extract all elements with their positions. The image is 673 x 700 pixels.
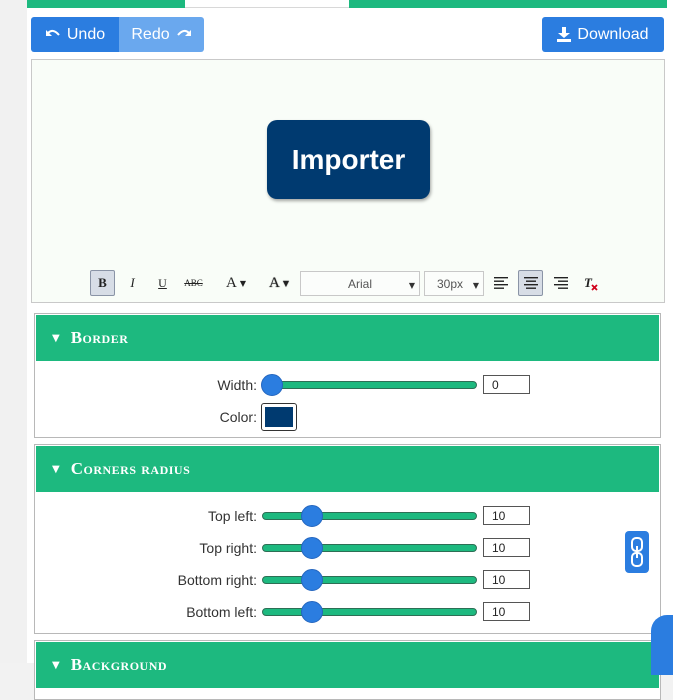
download-button[interactable]: Download — [542, 17, 664, 52]
background-panel-header[interactable]: ▼ Background — [36, 642, 659, 688]
align-left-button[interactable] — [488, 270, 513, 296]
corner-top-left-slider[interactable] — [262, 505, 477, 527]
corner-top-left-input[interactable]: 10 — [483, 506, 530, 525]
active-tab[interactable] — [185, 0, 349, 8]
corner-top-right-input[interactable]: 10 — [483, 538, 530, 557]
border-color-swatch[interactable] — [261, 403, 297, 431]
svg-text:T: T — [584, 275, 593, 290]
corners-radius-panel-title: Corners radius — [70, 459, 191, 478]
font-size-value: 30px — [437, 276, 464, 291]
background-panel: ▼ Background — [34, 640, 661, 700]
chevron-down-icon: ▼ — [282, 278, 289, 288]
preview-canvas: Importer B I U ABC A ▼ A ▼ Arial ▼ 30px ▼ — [31, 59, 665, 303]
corner-bottom-right-row: Bottom right: 10 — [35, 567, 660, 593]
chevron-down-icon: ▼ — [239, 278, 246, 288]
strikethrough-button[interactable]: ABC — [181, 270, 206, 296]
left-gutter — [0, 0, 27, 663]
border-width-slider-thumb[interactable] — [261, 374, 283, 396]
collapse-triangle-icon: ▼ — [52, 332, 60, 344]
undo-label: Undo — [66, 25, 106, 43]
clear-format-icon: T — [584, 275, 598, 291]
undo-button[interactable]: Undo — [31, 17, 119, 52]
font-family-value: Arial — [347, 276, 372, 291]
corners-radius-panel: ▼ Corners radius Top left: 10 Top right:… — [34, 444, 661, 634]
corner-bottom-left-label: Bottom left: — [186, 604, 257, 620]
corner-bottom-left-slider-thumb[interactable] — [301, 601, 323, 623]
border-width-input[interactable]: 0 — [483, 375, 530, 394]
corner-top-left-label: Top left: — [207, 508, 257, 524]
border-panel: ▼ Border Width: 0 Color: — [34, 313, 661, 438]
align-center-button[interactable] — [518, 270, 543, 296]
download-icon — [557, 27, 572, 42]
corner-bottom-right-label: Bottom right: — [177, 572, 257, 588]
top-tab-bar — [27, 0, 667, 8]
undo-icon — [45, 29, 60, 36]
link-corners-button[interactable] — [625, 531, 649, 573]
corner-top-right-label: Top right: — [199, 540, 257, 556]
font-color-icon: A — [226, 274, 237, 291]
align-center-icon — [523, 277, 538, 289]
redo-label: Redo — [131, 25, 170, 43]
corner-top-right-slider-thumb[interactable] — [301, 537, 323, 559]
border-width-label: Width: — [217, 377, 257, 393]
chain-link-icon — [631, 537, 643, 567]
background-color-button[interactable]: A ▼ — [261, 270, 297, 296]
chat-widget-button[interactable] — [651, 615, 673, 675]
bold-button[interactable]: B — [90, 270, 115, 296]
align-right-icon — [553, 277, 568, 289]
corner-bottom-left-input[interactable]: 10 — [483, 602, 530, 621]
clear-format-button[interactable]: T — [578, 270, 603, 296]
font-color-button[interactable]: A ▼ — [218, 270, 254, 296]
download-label: Download — [577, 25, 649, 43]
corners-radius-panel-header[interactable]: ▼ Corners radius — [36, 446, 659, 492]
align-right-button[interactable] — [548, 270, 573, 296]
preview-button[interactable]: Importer — [267, 120, 430, 199]
corner-bottom-right-input[interactable]: 10 — [483, 570, 530, 589]
redo-icon — [176, 29, 191, 36]
corner-top-right-slider[interactable] — [262, 537, 477, 559]
corner-bottom-right-slider-thumb[interactable] — [301, 569, 323, 591]
corner-bottom-left-row: Bottom left: 10 — [35, 599, 660, 625]
border-width-row: Width: 0 — [35, 372, 660, 398]
corner-bottom-left-slider[interactable] — [262, 601, 477, 623]
border-panel-header[interactable]: ▼ Border — [36, 315, 659, 361]
collapse-triangle-icon: ▼ — [52, 463, 60, 475]
border-color-row: Color: — [35, 403, 660, 431]
collapse-triangle-icon: ▼ — [52, 659, 60, 671]
corner-bottom-right-slider[interactable] — [262, 569, 477, 591]
corner-top-right-row: Top right: 10 — [35, 535, 660, 561]
redo-button[interactable]: Redo — [119, 17, 204, 52]
border-width-slider[interactable] — [261, 374, 477, 396]
border-panel-title: Border — [70, 328, 129, 347]
chevron-down-icon: ▼ — [408, 281, 415, 290]
chevron-down-icon: ▼ — [472, 281, 479, 290]
align-left-icon — [493, 277, 508, 289]
font-family-select[interactable]: Arial ▼ — [300, 271, 420, 296]
corner-top-left-row: Top left: 10 — [35, 503, 660, 529]
underline-button[interactable]: U — [150, 270, 175, 296]
background-color-icon: A — [269, 274, 280, 291]
editor-frame: Undo Redo Download Importer B I U ABC A ▼… — [27, 0, 673, 700]
corner-top-left-slider-thumb[interactable] — [301, 505, 323, 527]
font-size-select[interactable]: 30px ▼ — [424, 271, 484, 296]
border-color-fill — [265, 407, 293, 427]
italic-button[interactable]: I — [120, 270, 145, 296]
background-panel-title: Background — [70, 655, 168, 674]
border-color-label: Color: — [219, 409, 257, 425]
